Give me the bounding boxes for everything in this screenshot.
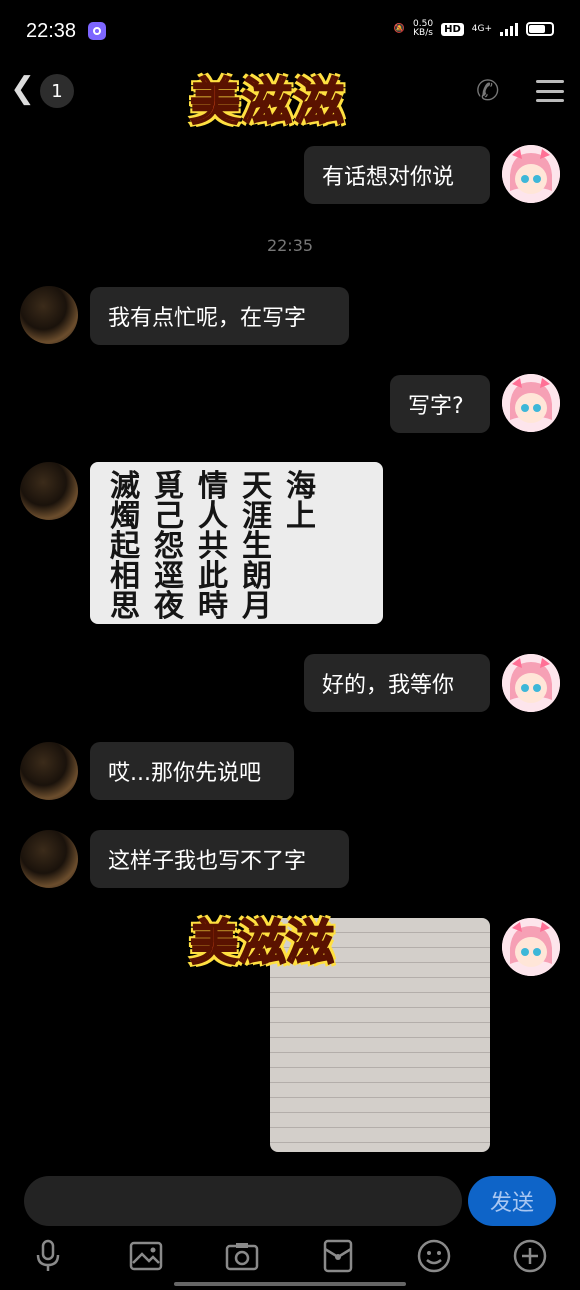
contact-avatar[interactable] bbox=[20, 830, 78, 888]
phone-icon[interactable]: ✆ bbox=[476, 74, 499, 107]
app-notification-icon bbox=[88, 22, 106, 40]
timestamp: 22:35 bbox=[266, 236, 314, 255]
mic-icon[interactable] bbox=[28, 1236, 68, 1276]
toolbar bbox=[0, 1236, 580, 1284]
message-text: 好的，我等你 bbox=[322, 673, 455, 698]
chat-header: ❮ 1 美滋滋 ✆ bbox=[0, 62, 580, 132]
signal-icon bbox=[500, 22, 518, 36]
message-bubble-received[interactable]: 哎...那你先说吧 bbox=[90, 742, 294, 800]
status-bar: 22:38 🔕 0.50 KB/s HD 4G+ bbox=[0, 0, 580, 64]
send-button[interactable]: 发送 bbox=[468, 1176, 556, 1226]
message-bubble-received[interactable]: 这样子我也写不了字 bbox=[90, 830, 349, 888]
message-bubble-sent[interactable]: 有话想对你说 bbox=[304, 146, 490, 204]
menu-icon[interactable] bbox=[536, 80, 564, 102]
clock: 22:38 bbox=[26, 20, 77, 42]
message-bubble-sent[interactable]: 好的，我等你 bbox=[304, 654, 490, 712]
hd-icon: HD bbox=[441, 22, 464, 36]
calligraphy-image[interactable]: 滅覓情天海 燭己人涯上 起怨共生 相逕此朗 思夜時月 bbox=[90, 462, 383, 624]
my-avatar[interactable] bbox=[502, 145, 560, 203]
home-indicator[interactable] bbox=[174, 1282, 406, 1286]
battery-icon bbox=[526, 22, 554, 36]
sticker-logo: 美滋滋 bbox=[189, 71, 346, 132]
unread-badge[interactable]: 1 bbox=[40, 74, 74, 108]
plus-icon[interactable] bbox=[510, 1236, 550, 1276]
back-icon[interactable]: ❮ bbox=[10, 74, 35, 104]
message-text: 有话想对你说 bbox=[322, 165, 455, 190]
image-icon[interactable] bbox=[126, 1236, 166, 1276]
signal-label: 4G+ bbox=[471, 23, 492, 34]
calligraphy-line: 起怨共生 bbox=[110, 529, 286, 564]
message-input[interactable] bbox=[24, 1176, 462, 1226]
calligraphy-line: 思夜時月 bbox=[110, 589, 286, 624]
calligraphy-line: 滅覓情天海 bbox=[110, 469, 330, 504]
my-avatar[interactable] bbox=[502, 654, 560, 712]
contact-avatar[interactable] bbox=[20, 742, 78, 800]
red-packet-icon[interactable] bbox=[318, 1236, 358, 1276]
camera-icon[interactable] bbox=[222, 1236, 262, 1276]
net-speed: 0.50 KB/s bbox=[413, 19, 434, 38]
sticker-logo: 美滋滋 bbox=[189, 914, 335, 972]
message-text: 我有点忙呢，在写字 bbox=[108, 306, 307, 331]
status-icons: 🔕 0.50 KB/s HD 4G+ bbox=[394, 20, 554, 38]
message-text: 写字? bbox=[408, 394, 464, 419]
calligraphy-line: 相逕此朗 bbox=[110, 559, 286, 594]
message-text: 哎...那你先说吧 bbox=[108, 761, 261, 786]
message-bubble-received[interactable]: 我有点忙呢，在写字 bbox=[90, 287, 349, 345]
emoji-icon[interactable] bbox=[414, 1236, 454, 1276]
contact-avatar[interactable] bbox=[20, 462, 78, 520]
my-avatar[interactable] bbox=[502, 918, 560, 976]
calligraphy-line: 燭己人涯上 bbox=[110, 499, 330, 534]
message-bubble-sent[interactable]: 写字? bbox=[390, 375, 490, 433]
mute-icon: 🔕 bbox=[393, 23, 406, 34]
my-avatar[interactable] bbox=[502, 374, 560, 432]
contact-avatar[interactable] bbox=[20, 286, 78, 344]
message-text: 这样子我也写不了字 bbox=[108, 849, 307, 874]
